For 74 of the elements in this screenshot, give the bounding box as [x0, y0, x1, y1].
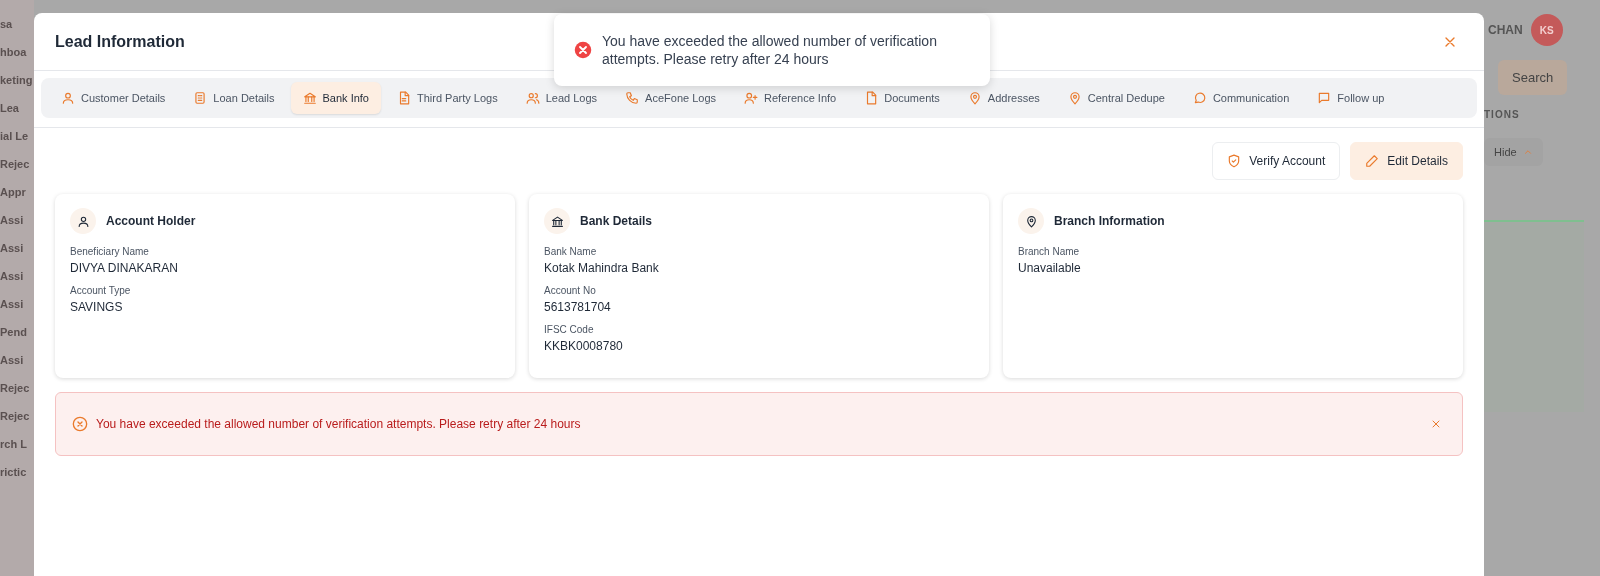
sidebar-item[interactable]: rictic [0, 466, 34, 478]
sidebar-item[interactable]: Lea [0, 102, 34, 114]
error-circle-icon [72, 416, 88, 432]
card-title: Branch Information [1054, 214, 1165, 228]
sidebar-item[interactable]: Assi [0, 270, 34, 282]
tab[interactable]: Bank Info [290, 82, 381, 114]
tab[interactable]: Addresses [955, 82, 1052, 114]
tab[interactable]: AceFone Logs [613, 82, 729, 114]
tab[interactable]: Lead Logs [513, 82, 610, 114]
sidebar-item[interactable]: Assi [0, 298, 34, 310]
sidebar-item[interactable]: Assi [0, 214, 34, 226]
user-name: CHAN [1488, 23, 1523, 37]
field-label: IFSC Code [544, 324, 595, 335]
sidebar-item[interactable]: Appr [0, 186, 34, 198]
field-label: Bank Name [544, 246, 598, 257]
person-icon [61, 91, 75, 105]
field-label: Branch Name [1018, 246, 1081, 257]
tab[interactable]: Loan Details [181, 82, 287, 114]
sidebar-item[interactable]: rch L [0, 438, 34, 450]
document-icon [397, 91, 411, 105]
pencil-icon [1365, 154, 1380, 168]
sidebar-item[interactable]: ial Le [0, 130, 34, 142]
sidebar-item[interactable]: hboa [0, 46, 34, 58]
modal-title: Lead Information [55, 32, 185, 51]
tab[interactable]: Reference Info [732, 82, 849, 114]
field-label: Account No [544, 285, 597, 296]
message-icon [1317, 91, 1332, 105]
chevron-up-icon [1522, 147, 1533, 157]
card-title: Account Holder [106, 214, 196, 228]
field-label: Beneficiary Name [70, 246, 150, 257]
location-pin-icon [1067, 91, 1082, 105]
toast-message: You have exceeded the allowed number of verification attempts. Please retry after 24 hours [602, 32, 938, 68]
close-icon [1430, 418, 1442, 430]
tab[interactable]: Customer Details [49, 82, 178, 114]
field-label: Account Type [70, 285, 132, 296]
person-add-icon [744, 91, 759, 105]
person-icon [76, 214, 90, 228]
avatar[interactable]: KS [1530, 14, 1563, 46]
sidebar-item[interactable]: sa [0, 18, 34, 30]
column-heading: TIONS [1484, 109, 1520, 120]
tab[interactable]: Communication [1180, 82, 1302, 114]
search-button[interactable]: Search [1498, 60, 1568, 95]
alert-message: You have exceeded the allowed number of verification attempts. Please retry after 24 hours [96, 417, 582, 431]
tab[interactable]: Third Party Logs [385, 82, 510, 114]
sidebar-item[interactable]: Pend [0, 326, 34, 338]
verify-account-button[interactable]: Verify Account [1212, 142, 1341, 180]
tab[interactable]: Documents [852, 82, 952, 114]
edit-details-button[interactable]: Edit Details [1350, 142, 1463, 180]
chat-bubble-icon [1192, 91, 1207, 105]
field-value: KKBK0008780 [544, 339, 624, 353]
field-value: Unavailable [1018, 261, 1082, 275]
sidebar-item[interactable]: Rejec [0, 410, 34, 422]
file-icon [864, 91, 879, 105]
field-value: 5613781704 [544, 300, 612, 314]
phone-icon [625, 91, 640, 105]
field-value: DIVYA DINAKARAN [70, 261, 179, 275]
sidebar-item[interactable]: Rejec [0, 158, 34, 170]
sidebar-item[interactable]: Rejec [0, 382, 34, 394]
location-pin-icon [1024, 214, 1038, 228]
field-value: SAVINGS [70, 300, 124, 314]
bank-icon [550, 214, 564, 228]
hide-button[interactable]: Hide [1484, 138, 1543, 166]
people-icon [525, 91, 540, 105]
error-icon [574, 41, 592, 59]
sidebar-item[interactable]: Assi [0, 242, 34, 254]
bank-icon [302, 91, 317, 105]
tab[interactable]: Follow up [1305, 82, 1397, 114]
sidebar-item[interactable]: keting [0, 74, 34, 86]
shield-check-icon [1227, 154, 1242, 168]
card-title: Bank Details [580, 214, 653, 228]
tab[interactable]: Central Dedupe [1055, 82, 1177, 114]
field-value: Kotak Mahindra Bank [544, 261, 660, 275]
sidebar-item[interactable]: Assi [0, 354, 34, 366]
location-pin-icon [967, 91, 982, 105]
